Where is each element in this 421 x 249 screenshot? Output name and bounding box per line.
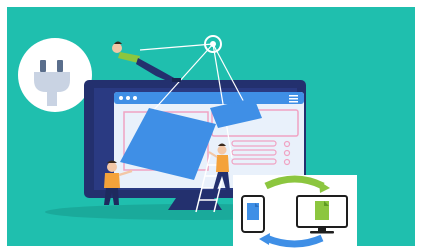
- desktop-document-icon: [296, 195, 348, 234]
- illustration-canvas: [7, 7, 415, 249]
- power-plug-icon: [18, 38, 92, 112]
- sync-card: [233, 175, 357, 249]
- illustration-frame: [0, 0, 421, 249]
- hamburger-menu-icon: [289, 95, 298, 103]
- smartphone-document-icon: [241, 195, 265, 233]
